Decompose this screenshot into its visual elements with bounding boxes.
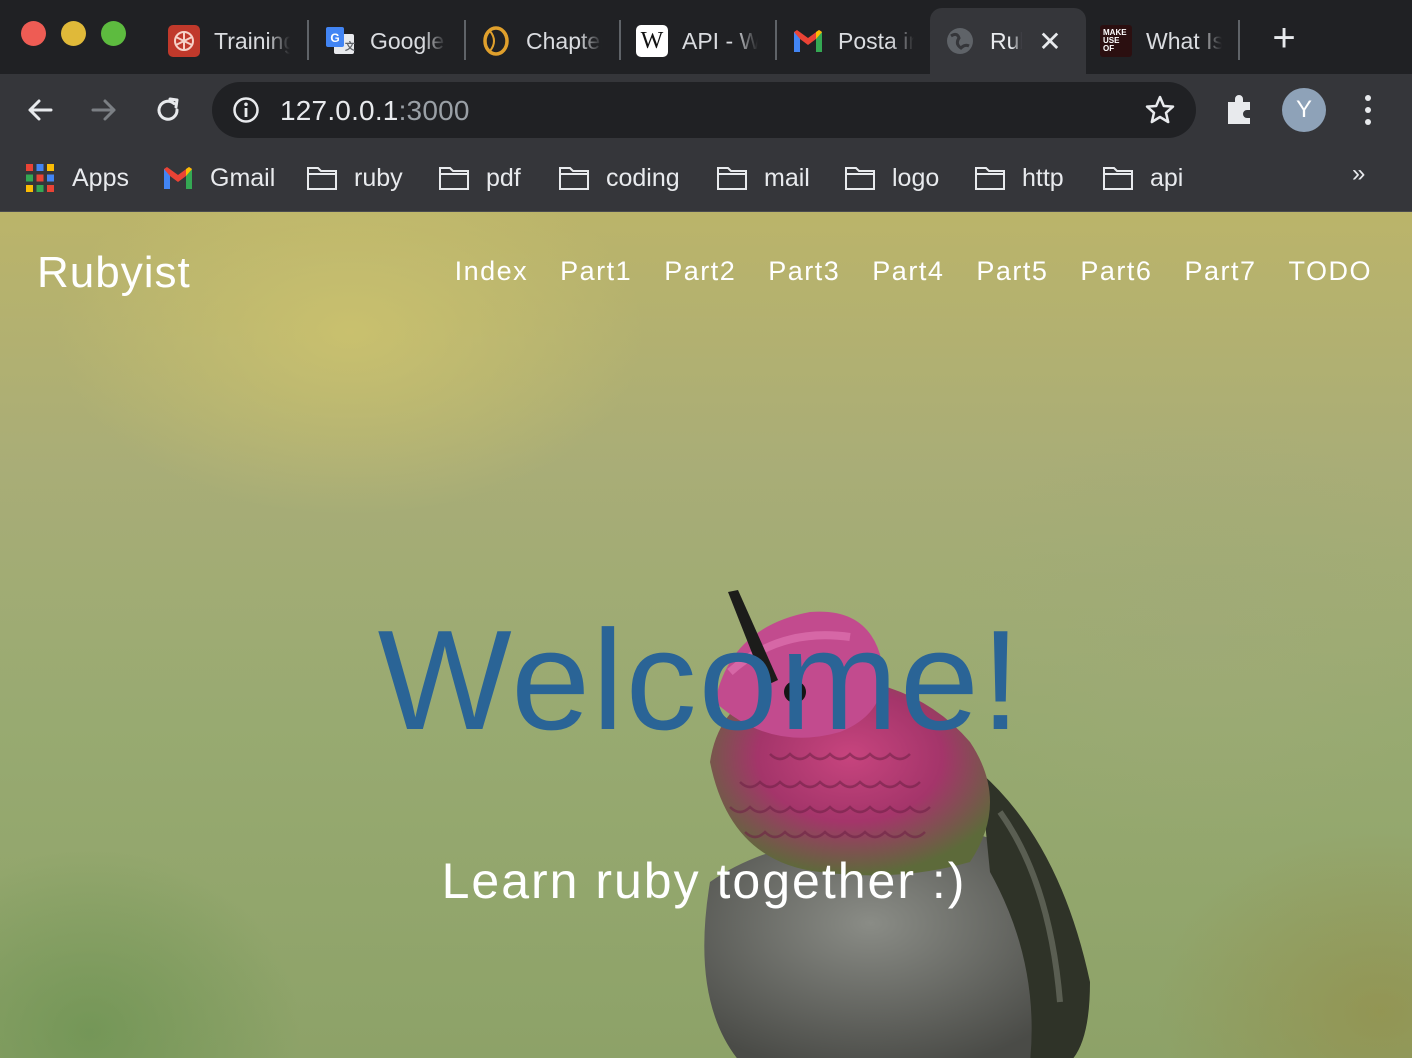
tab-label: API - Wikipedia	[682, 27, 758, 54]
nav-link-part1[interactable]: Part1	[560, 256, 632, 287]
nav-link-part3[interactable]: Part3	[768, 256, 840, 287]
profile-avatar[interactable]: Y	[1282, 88, 1326, 132]
browser-menu-icon[interactable]	[1350, 90, 1386, 130]
back-arrow-icon	[28, 99, 53, 121]
svg-text:文: 文	[345, 40, 356, 53]
bookmark-folder-http[interactable]: http	[974, 158, 1064, 198]
tab-training[interactable]: Training	[154, 8, 306, 74]
svg-text:G: G	[330, 31, 339, 45]
tab-label: What Is	[1146, 27, 1222, 54]
nav-link-part5[interactable]: Part5	[976, 256, 1048, 287]
bookmark-gmail[interactable]: Gmail	[162, 158, 275, 198]
bookmark-label: mail	[764, 163, 810, 192]
hero-title: Welcome!	[377, 601, 1023, 760]
tab-rubyist[interactable]: Rubyist ✕	[930, 8, 1086, 74]
bookmark-folder-mail[interactable]: mail	[716, 158, 810, 198]
bookmark-folder-pdf[interactable]: pdf	[438, 158, 521, 198]
folder-icon	[439, 167, 469, 190]
bookmark-folder-logo[interactable]: logo	[844, 158, 939, 198]
bookmarks-bar: Apps Gmail ruby pdf coding mail logo htt…	[0, 146, 1412, 212]
site-info-icon[interactable]	[232, 96, 260, 124]
close-window-button[interactable]	[21, 21, 46, 46]
nav-link-index[interactable]: Index	[455, 256, 529, 287]
tab-separator	[1238, 20, 1240, 60]
globe-icon	[944, 25, 976, 57]
bookmark-folder-api[interactable]: api	[1102, 158, 1183, 198]
bookmark-label: Gmail	[210, 163, 276, 192]
bookmark-folder-coding[interactable]: coding	[558, 158, 680, 198]
maximize-window-button[interactable]	[101, 21, 126, 46]
tab-separator	[307, 20, 309, 60]
tab-separator	[775, 20, 777, 60]
close-tab-icon[interactable]: ✕	[1036, 25, 1064, 58]
bookmark-label: Apps	[72, 163, 129, 192]
url-host: 127.0.0.1	[280, 95, 399, 126]
tab-api-wikipedia[interactable]: W API - Wikipedia	[622, 8, 774, 74]
svg-text:OF: OF	[1103, 44, 1114, 53]
page-hero: Rubyist Index Part1 Part2 Part3 Part4 Pa…	[0, 212, 1412, 1058]
bookmark-star-icon[interactable]	[1144, 94, 1176, 126]
hero-subtitle: Learn ruby together :)	[441, 853, 967, 909]
chapter-icon	[480, 25, 512, 57]
makeuseof-icon: MAKE USE OF	[1100, 25, 1132, 57]
back-button[interactable]	[18, 88, 62, 132]
folder-icon	[307, 167, 337, 190]
site-nav: Index Part1 Part2 Part3 Part4 Part5 Part…	[455, 256, 1372, 287]
more-bookmarks-chevron-icon[interactable]: »	[1352, 160, 1365, 188]
reload-icon	[157, 97, 179, 121]
nav-link-part7[interactable]: Part7	[1184, 256, 1256, 287]
folder-icon	[717, 167, 747, 190]
bookmark-label: pdf	[486, 163, 521, 192]
tab-chapter[interactable]: Chapter	[466, 8, 618, 74]
tab-separator	[619, 20, 621, 60]
nav-link-todo[interactable]: TODO	[1288, 256, 1372, 287]
tab-label: Google Translate	[370, 27, 446, 54]
wikipedia-icon: W	[636, 25, 668, 57]
gmail-icon	[164, 167, 192, 189]
tab-label: Posta in arrivo	[838, 27, 914, 54]
bookmark-label: logo	[892, 163, 940, 192]
forward-button[interactable]	[82, 88, 126, 132]
folder-icon	[1103, 167, 1133, 190]
address-bar[interactable]: 127.0.0.1:3000	[212, 82, 1196, 138]
bookmark-label: coding	[606, 163, 680, 192]
tab-google-translate[interactable]: G文 Google Translate	[310, 8, 462, 74]
bookmark-label: api	[1150, 163, 1184, 192]
nav-link-part4[interactable]: Part4	[872, 256, 944, 287]
folder-icon	[975, 167, 1005, 190]
minimize-window-button[interactable]	[61, 21, 86, 46]
url-port: :3000	[398, 95, 470, 126]
tab-label: Rubyist	[990, 27, 1022, 54]
tab-strip: Training G文 Google Translate Chapter W A…	[0, 0, 1412, 74]
bookmark-apps[interactable]: Apps	[24, 158, 129, 198]
site-brand[interactable]: Rubyist	[37, 248, 191, 298]
google-translate-icon: G文	[324, 25, 356, 57]
nav-link-part2[interactable]: Part2	[664, 256, 736, 287]
bookmark-label: ruby	[354, 163, 403, 192]
reload-button[interactable]	[146, 88, 190, 132]
folder-icon	[845, 167, 875, 190]
gmail-icon	[792, 25, 824, 57]
url-text[interactable]: 127.0.0.1:3000	[280, 95, 470, 127]
browser-toolbar: 127.0.0.1:3000 Y	[0, 74, 1412, 146]
bookmark-label: http	[1022, 163, 1064, 192]
bookmark-folder-ruby[interactable]: ruby	[306, 158, 403, 198]
folder-icon	[559, 167, 589, 190]
tab-posta-in-arrivo[interactable]: Posta in arrivo	[778, 8, 928, 74]
apps-grid-icon	[26, 164, 54, 192]
tab-label: Training	[214, 27, 290, 54]
tab-label: Chapter	[526, 27, 602, 54]
forward-arrow-icon	[91, 99, 116, 121]
extensions-puzzle-icon[interactable]	[1220, 90, 1260, 130]
new-tab-button[interactable]: +	[1264, 18, 1304, 58]
tab-what-is[interactable]: MAKE USE OF What Is	[1086, 8, 1238, 74]
nav-link-part6[interactable]: Part6	[1080, 256, 1152, 287]
openai-icon	[168, 25, 200, 57]
